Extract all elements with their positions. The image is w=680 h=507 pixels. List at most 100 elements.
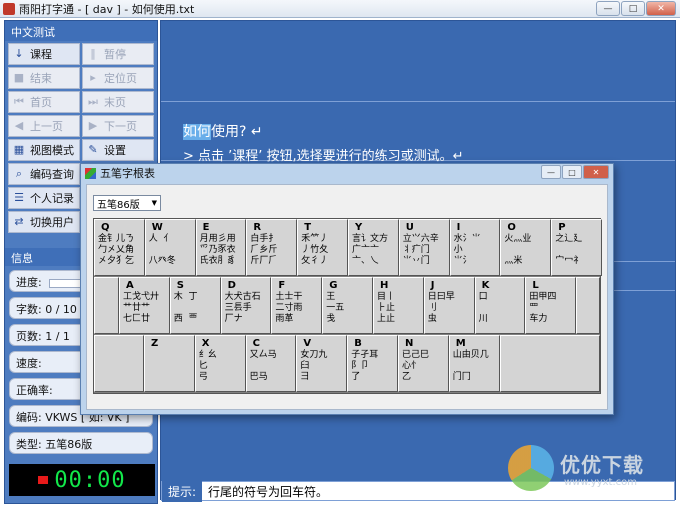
key-radicals: 纟幺 匕 弓 bbox=[198, 350, 217, 382]
key-radicals: 王 一五 戋 bbox=[326, 292, 345, 324]
control-button[interactable]: ☰ 个人记录 bbox=[8, 187, 80, 209]
keyboard-key: K口 川 bbox=[474, 277, 526, 334]
keyboard-key: D 大犬古石 三镸手 厂ナ bbox=[220, 277, 272, 334]
key-letter: D bbox=[227, 280, 236, 291]
key-radicals: 月用彡用 爫乃豕衣 氏衣⺼豸 bbox=[199, 234, 236, 266]
key-radicals: 子孑耳 阝卩 了 bbox=[351, 350, 379, 382]
control-button[interactable]: ▦ 视图模式 bbox=[8, 139, 80, 161]
control-button[interactable]: ■ 结束 bbox=[8, 67, 80, 89]
key-radicals: 水氵⺌ 小 ⺌氵 bbox=[453, 234, 481, 266]
keyboard-filler bbox=[94, 335, 144, 392]
key-radicals: 之辶廴 宀冖礻 bbox=[555, 234, 583, 266]
control-button[interactable]: ◀ 上一页 bbox=[8, 115, 80, 137]
key-radicals: 木 丁 西 覀 bbox=[173, 292, 198, 324]
key-radicals: 田甲四 罒 车力 bbox=[529, 292, 557, 324]
app-icon bbox=[3, 2, 15, 15]
key-radicals: 立⺍六辛 丬疒门 ⺌丷门 bbox=[402, 234, 439, 266]
hint-text: 行尾的符号为回车符。 bbox=[208, 484, 329, 499]
key-letter: L bbox=[532, 280, 539, 291]
control-button-label: 设置 bbox=[104, 144, 126, 157]
chevron-down-icon: ▼ bbox=[151, 199, 157, 207]
key-radicals: 山由贝几 门冂 bbox=[452, 350, 489, 382]
keyboard-key: E 月用彡用 爫乃豕衣 氏衣⺼豸 bbox=[195, 219, 247, 276]
key-letter: G bbox=[329, 280, 338, 291]
key-letter: H bbox=[380, 280, 389, 291]
key-letter: A bbox=[126, 280, 134, 291]
control-button-icon: ⏮ bbox=[14, 95, 24, 108]
control-button-icon: ⌕ bbox=[15, 167, 23, 180]
control-button-icon: ■ bbox=[13, 71, 25, 84]
keyboard-key: M 山由贝几 门冂 bbox=[448, 335, 500, 392]
keyboard-key: I 水氵⺌ 小 ⺌氵 bbox=[449, 219, 501, 276]
control-button[interactable]: ▸ 定位页 bbox=[82, 67, 154, 89]
key-letter: Y bbox=[355, 222, 363, 233]
watermark-url: www.yyxt.com bbox=[564, 477, 638, 488]
key-radicals: 女刀九 臼 彐 bbox=[300, 350, 328, 382]
keyboard-filler bbox=[94, 277, 119, 334]
control-button-label: 首页 bbox=[30, 96, 52, 109]
control-button-icon: ◀ bbox=[14, 119, 24, 132]
key-radicals: 目丨 ⺊止 上止 bbox=[377, 292, 396, 324]
dialog-minimize-button[interactable]: — bbox=[541, 165, 561, 179]
key-letter: U bbox=[405, 222, 414, 233]
key-letter: Z bbox=[151, 338, 159, 349]
key-letter: V bbox=[303, 338, 312, 349]
control-button-icon: ‖ bbox=[90, 47, 96, 60]
key-letter: R bbox=[253, 222, 262, 233]
control-button-label: 课程 bbox=[30, 48, 52, 61]
control-button-label: 上一页 bbox=[30, 120, 63, 133]
text-line-2: > 点击 ’课程’ 按钮,选择要进行的练习或测试。↵ bbox=[183, 149, 464, 164]
key-radicals: 又厶马 巴马 bbox=[249, 350, 277, 382]
key-letter: I bbox=[456, 222, 461, 233]
control-button[interactable]: ▶ 下一页 bbox=[82, 115, 154, 137]
keyboard-key: Z bbox=[144, 335, 195, 392]
control-button[interactable]: ↓ 课程 bbox=[8, 43, 80, 65]
control-button[interactable]: ⇄ 切换用户 bbox=[8, 211, 80, 233]
dialog-title-bar: 五笔字根表 bbox=[81, 164, 613, 182]
control-button-label: 个人记录 bbox=[30, 192, 74, 205]
key-letter: W bbox=[151, 222, 163, 233]
control-button[interactable]: ⏮ 首页 bbox=[8, 91, 80, 113]
control-button-icon: ▶ bbox=[88, 119, 98, 132]
keyboard-key: U 立⺍六辛 丬疒门 ⺌丷门 bbox=[398, 219, 450, 276]
keyboard-key: H 目丨 ⺊止 上止 bbox=[373, 277, 424, 334]
key-radicals: 土士干 二寸雨 雨革 bbox=[275, 292, 303, 324]
keyboard-key: L 田甲四 罒 车力 bbox=[525, 277, 577, 334]
keyboard-filler bbox=[576, 277, 600, 334]
type-value: 类型: 五笔86版 bbox=[9, 432, 153, 454]
key-radicals: 已己巳 心忄 乙 bbox=[402, 350, 430, 382]
control-button-icon: ⏭ bbox=[88, 95, 98, 108]
keyboard-key: B 子孑耳 阝卩 了 bbox=[347, 335, 398, 392]
watermark-text: 优优下载 bbox=[560, 453, 644, 477]
title-bar: 雨阳打字通 - [ dav ] - 如何使用.txt — □ ✕ bbox=[0, 0, 680, 18]
keyboard-key: R 白手扌 ⺁乡斤 斤厂⺁ bbox=[246, 219, 298, 276]
keyboard-key: Q 金钅儿ㄋ 勹㐅乂角 㐅夕犭乞 bbox=[94, 219, 145, 276]
keyboard-key: N 已己巳 心忄 乙 bbox=[398, 335, 449, 392]
key-letter: J bbox=[430, 280, 435, 291]
maximize-button[interactable]: □ bbox=[621, 1, 645, 16]
watermark-logo-icon bbox=[508, 445, 554, 491]
keyboard-key: P 之辶廴 宀冖礻 bbox=[551, 219, 602, 276]
control-button-label: 末页 bbox=[104, 96, 126, 109]
dialog-maximize-button[interactable]: □ bbox=[562, 165, 582, 179]
control-button[interactable]: ⌕ 编码查询 bbox=[8, 163, 80, 185]
watermark: 优优下载 www.yyxt.com bbox=[508, 445, 678, 497]
key-letter: K bbox=[481, 280, 490, 291]
minimize-button[interactable]: — bbox=[596, 1, 620, 16]
key-letter: C bbox=[252, 338, 260, 349]
control-button[interactable]: ‖ 暂停 bbox=[82, 43, 154, 65]
text-line-1: 如何使用? ↵ bbox=[183, 121, 263, 141]
key-radicals: 日曰早 刂 虫 bbox=[427, 292, 455, 324]
dialog-close-button[interactable]: ✕ bbox=[583, 165, 609, 179]
key-letter: N bbox=[405, 338, 414, 349]
dialog-title: 五笔字根表 bbox=[100, 167, 155, 180]
control-button[interactable]: ⏭ 末页 bbox=[82, 91, 154, 113]
keyboard-key: X 纟幺 匕 弓 bbox=[194, 335, 246, 392]
scheme-select[interactable]: 五笔86版 ▼ bbox=[93, 195, 161, 211]
control-button-icon: ▦ bbox=[13, 143, 25, 156]
section-title: 中文测试 bbox=[5, 21, 157, 41]
close-button[interactable]: ✕ bbox=[646, 1, 676, 16]
keyboard-key: A 工戈弋廾 艹廿⺾ 七匚廿 bbox=[119, 277, 170, 334]
control-button[interactable]: ✎ 设置 bbox=[82, 139, 154, 161]
keyboard-key: W人 亻 八癶冬 bbox=[144, 219, 196, 276]
